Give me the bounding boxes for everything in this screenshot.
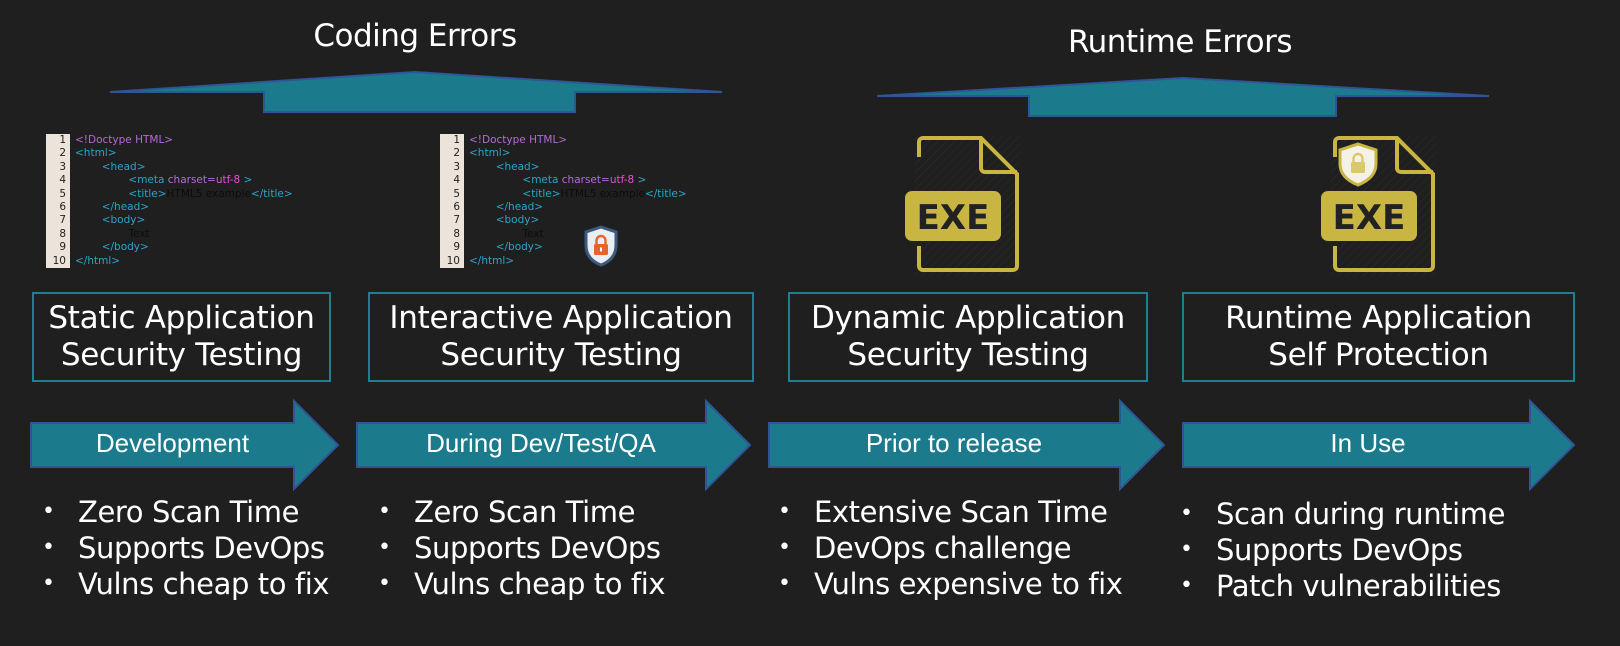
- group-title-runtime-errors: Runtime Errors: [1067, 24, 1293, 60]
- rasp-title-line1: Runtime Application: [1225, 300, 1532, 336]
- code-line: <title>HTML5 example</title>: [128, 187, 293, 200]
- code-lines: <!Doctype HTML> <html> <head> <meta chars…: [464, 134, 687, 268]
- shield-lock-icon: [583, 225, 619, 271]
- rasp-title-box: Runtime Application Self Protection: [1182, 292, 1575, 382]
- code-lines: <!Doctype HTML> <html> <head> <meta chars…: [70, 134, 293, 268]
- iast-title-box: Interactive Application Security Testing: [368, 292, 754, 382]
- bullet-item: • Scan during runtime: [1180, 497, 1506, 531]
- code-line: </head>: [101, 201, 150, 214]
- bullet-item: • Supports DevOps: [42, 531, 325, 565]
- phase-arrow-in-use: In Use: [1182, 399, 1576, 491]
- code-line: <html>: [469, 147, 511, 160]
- line-number: 6: [453, 201, 460, 214]
- code-line: </body>: [101, 241, 149, 254]
- phase-label: During Dev/Test/QA: [426, 428, 656, 458]
- line-number: 8: [59, 227, 66, 240]
- bullet-item: • Supports DevOps: [378, 531, 661, 565]
- code-line: <head>: [101, 160, 146, 173]
- line-number: 5: [453, 187, 460, 200]
- sast-title-box: Static Application Security Testing: [32, 292, 331, 382]
- code-snippet-sast: 1 2 3 4 5 6 7 8 9 10 <!Doctype HTML> <html> <head>…: [46, 134, 293, 269]
- code-line: </html>: [469, 254, 515, 267]
- line-number: 6: [59, 201, 66, 214]
- code-line: <!Doctype HTML>: [75, 134, 174, 146]
- code-line: Text: [128, 227, 150, 240]
- exe-file-with-shield-icon: EXE: [1316, 136, 1436, 280]
- line-number: 5: [59, 187, 66, 200]
- line-number: 1: [59, 134, 66, 146]
- sast-title-line1: Static Application: [48, 300, 315, 336]
- code-snippet-iast: 1 2 3 4 5 6 7 8 9 10 <!Doctype HTML> <html> <head>…: [440, 134, 687, 269]
- code-line: </body>: [495, 241, 543, 254]
- code-line: <body>: [495, 214, 540, 227]
- line-number: 4: [59, 174, 66, 187]
- bullet-item: • Zero Scan Time: [378, 495, 636, 529]
- bullet-item: • Vulns cheap to fix: [42, 567, 330, 601]
- coding-errors-brace: [108, 70, 724, 116]
- bullet-item: • Supports DevOps: [1180, 533, 1463, 567]
- dast-title-line1: Dynamic Application: [810, 300, 1126, 336]
- code-line: <meta charset=utf-8 >: [522, 174, 647, 187]
- phase-arrow-prior-to-release: Prior to release: [768, 399, 1166, 491]
- dast-title-line2: Security Testing: [847, 337, 1089, 373]
- line-numbers: 1 2 3 4 5 6 7 8 9 10: [440, 134, 464, 269]
- phase-label: Prior to release: [865, 428, 1043, 458]
- code-line: Text: [522, 227, 544, 240]
- exe-label: EXE: [917, 198, 990, 238]
- line-number: 3: [453, 160, 460, 173]
- sast-bullets: • Zero Scan Time • Supports DevOps • Vulns …: [30, 494, 330, 602]
- line-number: 10: [52, 254, 66, 267]
- line-number: 2: [59, 147, 66, 160]
- line-number: 3: [59, 160, 66, 173]
- bullet-item: • Zero Scan Time: [42, 495, 300, 529]
- exe-file-icon: EXE: [900, 136, 1020, 280]
- line-number: 9: [453, 241, 460, 254]
- code-line: </html>: [75, 254, 121, 267]
- runtime-errors-brace: [875, 76, 1491, 120]
- code-line: <meta charset=utf-8 >: [128, 174, 253, 187]
- iast-title-line2: Security Testing: [440, 337, 682, 373]
- exe-label: EXE: [1333, 198, 1406, 238]
- sast-title-line2: Security Testing: [60, 337, 303, 373]
- phase-arrow-during-dev-test-qa: During Dev/Test/QA: [356, 399, 752, 491]
- dast-title-box: Dynamic Application Security Testing: [788, 292, 1148, 382]
- line-number: 2: [453, 147, 460, 160]
- bullet-item: • Vulns expensive to fix: [778, 567, 1123, 601]
- line-number: 10: [446, 254, 460, 267]
- code-line: <html>: [75, 147, 117, 160]
- line-number: 4: [453, 174, 460, 187]
- rasp-title-line2: Self Protection: [1268, 337, 1489, 373]
- code-line: <head>: [495, 160, 540, 173]
- group-title-coding-errors: Coding Errors: [313, 18, 517, 54]
- bullet-item: • Vulns cheap to fix: [378, 567, 666, 601]
- phase-label: In Use: [1330, 428, 1406, 458]
- code-line: <title>HTML5 example</title>: [522, 187, 687, 200]
- bullet-item: • Extensive Scan Time: [778, 495, 1108, 529]
- iast-title-line1: Interactive Application: [389, 300, 733, 336]
- phase-arrow-development: Development: [30, 399, 340, 491]
- line-number: 1: [453, 134, 460, 146]
- line-number: 9: [59, 241, 66, 254]
- code-line: <!Doctype HTML>: [469, 134, 568, 146]
- line-numbers: 1 2 3 4 5 6 7 8 9 10: [46, 134, 70, 269]
- phase-label: Development: [95, 428, 250, 458]
- line-number: 8: [453, 227, 460, 240]
- line-number: 7: [59, 214, 66, 227]
- iast-bullets: • Zero Scan Time • Supports DevOps • Vulns …: [366, 494, 666, 602]
- code-line: </head>: [495, 201, 544, 214]
- rasp-bullets: • Scan during runtime • Supports DevOps • P…: [1168, 496, 1506, 604]
- bullet-item: • Patch vulnerabilities: [1180, 569, 1501, 603]
- line-number: 7: [453, 214, 460, 227]
- code-line: <body>: [101, 214, 146, 227]
- dast-bullets: • Extensive Scan Time • DevOps challenge •…: [766, 494, 1123, 602]
- bullet-item: • DevOps challenge: [778, 531, 1072, 565]
